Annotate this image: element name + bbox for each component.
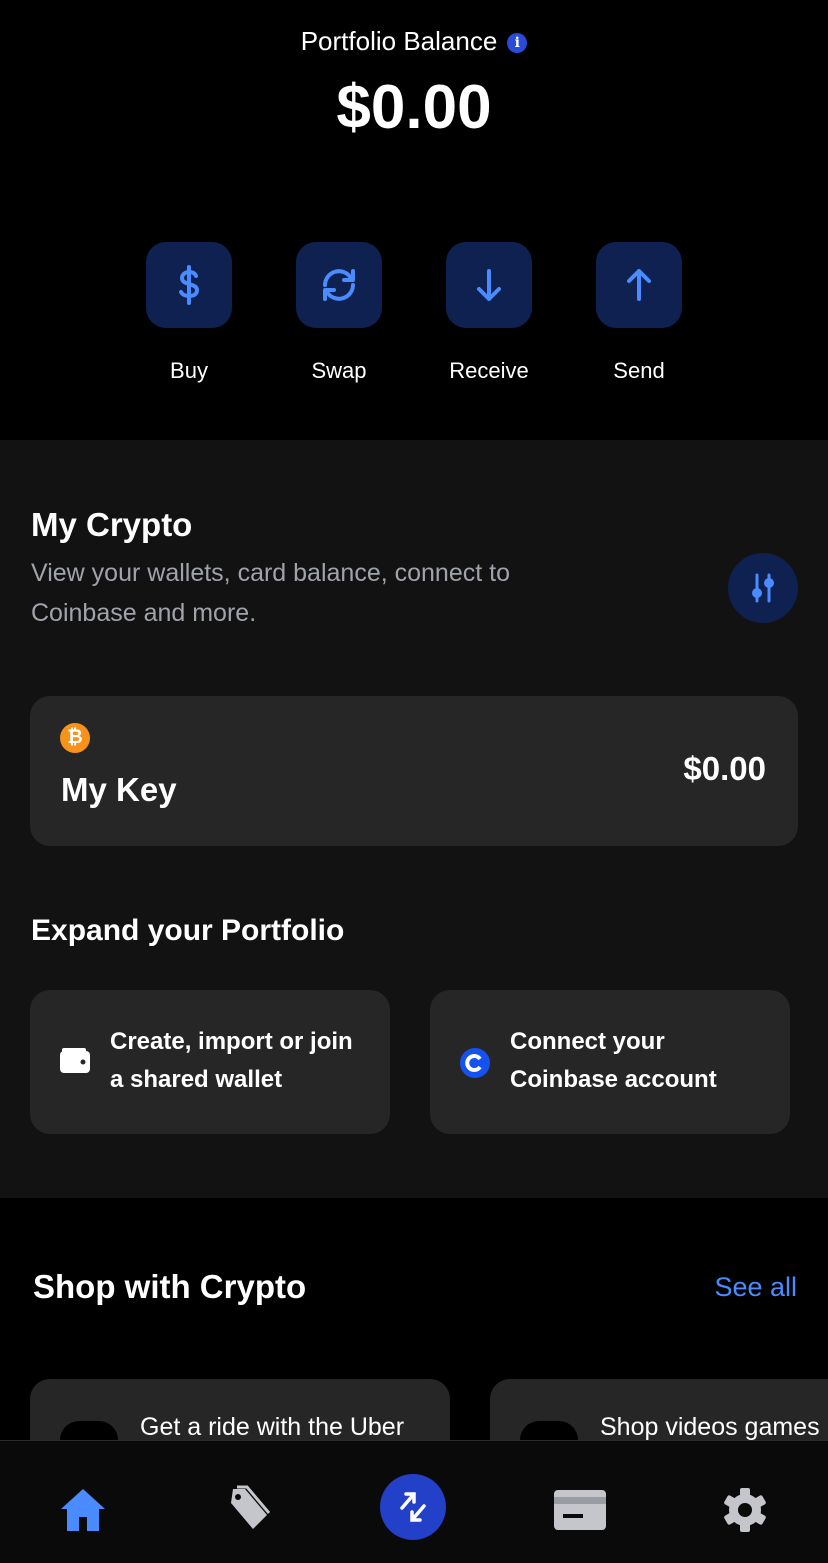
portfolio-balance-title: Portfolio Balance i (0, 26, 828, 57)
card-line: Connect your (510, 1028, 665, 1055)
swap-icon (296, 242, 382, 328)
merchant-logo (60, 1421, 118, 1440)
wallet-balance: $0.00 (683, 750, 766, 787)
bitcoin-icon: ₿ (60, 723, 90, 753)
receive-button[interactable]: Receive (446, 242, 532, 384)
nav-offers[interactable] (217, 1480, 277, 1540)
card-line: Create, import or join (110, 1028, 353, 1055)
coinbase-icon (460, 1048, 490, 1078)
portfolio-balance-value: $0.00 (336, 73, 492, 142)
connect-coinbase-text: Connect your Coinbase account (510, 1023, 717, 1099)
expand-title: Expand your Portfolio (31, 914, 345, 947)
see-all-link[interactable]: See all (714, 1272, 797, 1303)
buy-button[interactable]: Buy (146, 242, 232, 384)
nav-trade[interactable] (380, 1474, 446, 1540)
trade-icon (400, 1492, 426, 1522)
merchant-logo (520, 1421, 578, 1440)
card-icon (554, 1490, 606, 1530)
subtitle-line: Coinbase and more. (31, 599, 257, 627)
my-crypto-subtitle: View your wallets, card balance, connect… (31, 553, 510, 633)
arrow-down-icon (446, 242, 532, 328)
swap-button[interactable]: Swap (296, 242, 382, 384)
wallet-name: My Key (61, 771, 177, 808)
shop-title: Shop with Crypto (33, 1268, 307, 1305)
buy-label: Buy (170, 358, 208, 383)
shop-card-uber[interactable]: Get a ride with the Uber (30, 1379, 450, 1440)
title-text: Portfolio Balance (300, 26, 498, 56)
nav-card[interactable] (550, 1480, 610, 1540)
shop-card-games[interactable]: Shop videos games (490, 1379, 828, 1440)
shop-card-text: Get a ride with the Uber (140, 1413, 405, 1441)
create-wallet-text: Create, import or join a shared wallet (110, 1023, 353, 1099)
shop-card-text: Shop videos games (600, 1413, 820, 1441)
home-icon (61, 1489, 105, 1531)
card-line: Coinbase account (510, 1066, 717, 1093)
swap-label: Swap (311, 358, 367, 383)
connect-coinbase-card[interactable]: Connect your Coinbase account (430, 990, 790, 1134)
receive-label: Receive (449, 358, 529, 383)
filter-button[interactable] (728, 553, 798, 623)
send-button[interactable]: Send (596, 242, 682, 384)
wallet-card-my-key[interactable]: ₿ My Key $0.00 (30, 696, 798, 846)
info-icon[interactable]: i (507, 33, 528, 53)
send-label: Send (613, 358, 665, 383)
tags-icon (231, 1485, 271, 1529)
create-wallet-card[interactable]: Create, import or join a shared wallet (30, 990, 390, 1134)
arrow-up-icon (596, 242, 682, 328)
nav-settings[interactable] (715, 1480, 775, 1540)
subtitle-line: View your wallets, card balance, connect… (31, 559, 510, 587)
sliders-icon (752, 573, 774, 603)
dollar-icon (146, 242, 232, 328)
card-line: a shared wallet (110, 1066, 283, 1093)
my-crypto-title: My Crypto (31, 506, 193, 543)
nav-home[interactable] (53, 1480, 113, 1540)
wallet-icon (60, 1048, 90, 1073)
settings-icon (724, 1488, 766, 1532)
